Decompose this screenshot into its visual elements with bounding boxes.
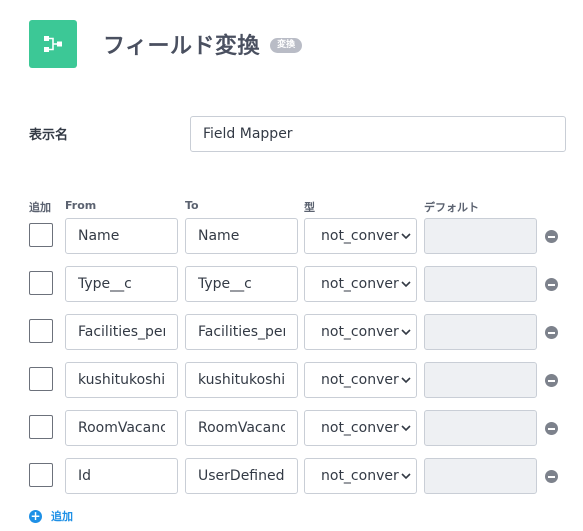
chevron-down-icon [399, 411, 413, 445]
header: フィールド変換 変換 [29, 20, 303, 68]
type-select[interactable]: not_convert [304, 266, 417, 302]
type-select[interactable]: not_convert [304, 218, 417, 254]
plus-icon: + [29, 509, 42, 523]
add-checkbox[interactable] [29, 415, 53, 439]
to-field-input[interactable] [185, 266, 298, 302]
node-branch-icon [29, 20, 77, 68]
to-field-input[interactable] [185, 458, 298, 494]
to-field-input[interactable] [185, 362, 298, 398]
type-select-value: not_convert [321, 420, 401, 436]
remove-row-icon[interactable] [545, 422, 558, 435]
mapping-row: not_convert [0, 266, 583, 302]
mapping-row: not_convert [0, 218, 583, 254]
from-field-input[interactable] [65, 218, 178, 254]
add-checkbox[interactable] [29, 367, 53, 391]
add-row-label: 追加 [51, 510, 73, 523]
default-value-input[interactable] [424, 410, 537, 446]
mapping-row: not_convert [0, 314, 583, 350]
default-value-input[interactable] [424, 218, 537, 254]
default-value-input[interactable] [424, 266, 537, 302]
add-checkbox[interactable] [29, 319, 53, 343]
default-value-input[interactable] [424, 314, 537, 350]
remove-row-icon[interactable] [545, 374, 558, 387]
chevron-down-icon [399, 315, 413, 349]
chevron-down-icon [399, 363, 413, 397]
remove-row-icon[interactable] [545, 278, 558, 291]
remove-row-icon[interactable] [545, 470, 558, 483]
column-header-to: To [185, 199, 199, 212]
remove-row-icon[interactable] [545, 326, 558, 339]
from-field-input[interactable] [65, 458, 178, 494]
display-name-label: 表示名 [29, 128, 69, 143]
type-select-value: not_convert [321, 324, 401, 340]
type-select-value: not_convert [321, 372, 401, 388]
type-select[interactable]: not_convert [304, 458, 417, 494]
type-badge: 変換 [270, 37, 303, 53]
to-field-input[interactable] [185, 410, 298, 446]
column-header-from: From [65, 199, 97, 212]
mapping-row: not_convert [0, 410, 583, 446]
add-checkbox[interactable] [29, 223, 53, 247]
to-field-input[interactable] [185, 218, 298, 254]
from-field-input[interactable] [65, 362, 178, 398]
to-field-input[interactable] [185, 314, 298, 350]
column-header-add: 追加 [29, 201, 51, 214]
mapping-row: not_convert [0, 362, 583, 398]
type-select[interactable]: not_convert [304, 410, 417, 446]
chevron-down-icon [399, 267, 413, 301]
remove-row-icon[interactable] [545, 230, 558, 243]
add-checkbox[interactable] [29, 271, 53, 295]
default-value-input[interactable] [424, 458, 537, 494]
from-field-input[interactable] [65, 266, 178, 302]
mapping-row: not_convert [0, 458, 583, 494]
add-row-button[interactable]: + 追加 [29, 508, 73, 524]
column-header-default: デフォルト [424, 201, 479, 214]
type-select-value: not_convert [321, 468, 401, 484]
type-select[interactable]: not_convert [304, 362, 417, 398]
type-select-value: not_convert [321, 228, 401, 244]
chevron-down-icon [399, 219, 413, 253]
from-field-input[interactable] [65, 314, 178, 350]
page-title: フィールド変換 [103, 34, 261, 59]
type-select-value: not_convert [321, 276, 401, 292]
display-name-input[interactable] [190, 116, 566, 152]
type-select[interactable]: not_convert [304, 314, 417, 350]
add-checkbox[interactable] [29, 463, 53, 487]
chevron-down-icon [399, 459, 413, 493]
column-header-type: 型 [304, 201, 315, 214]
from-field-input[interactable] [65, 410, 178, 446]
default-value-input[interactable] [424, 362, 537, 398]
